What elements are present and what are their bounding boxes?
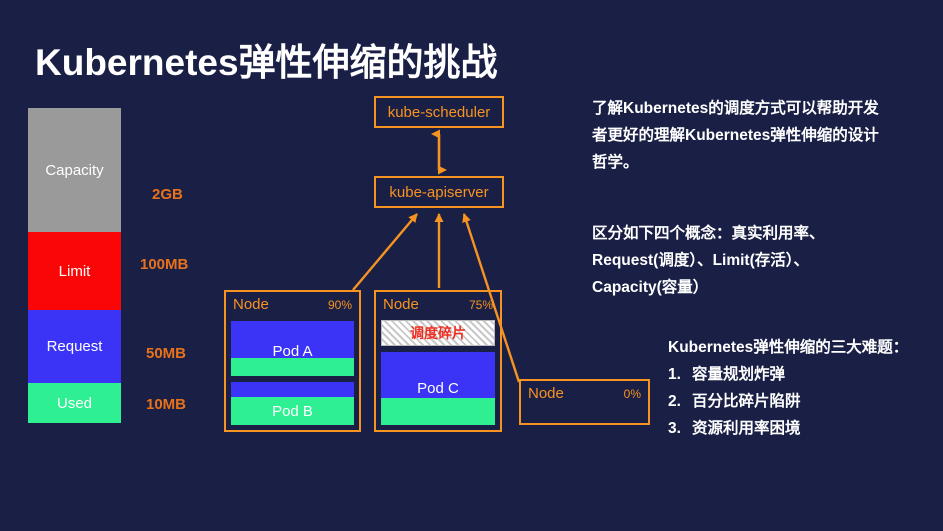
note-paragraph-2-line-2: Request(调度）、Limit(存活）、 — [592, 252, 810, 269]
kube-scheduler-label: kube-scheduler — [387, 103, 491, 121]
challenge-item-3: 3. 资源利用率困境 — [668, 415, 943, 442]
resource-segment-request-label: Request — [46, 338, 103, 355]
node-3-header: Node 0% — [528, 385, 641, 402]
pod-a[interactable]: Pod A — [231, 321, 354, 376]
node-1-utilization: 90% — [327, 298, 352, 312]
resource-value-used: 10MB — [146, 396, 187, 413]
resource-segment-capacity-label: Capacity — [45, 161, 104, 179]
note-paragraph-1: 了解Kubernetes的调度方式可以帮助开发 者更好的理解Kubernetes… — [592, 95, 937, 176]
resource-segment-used-label: Used — [56, 394, 93, 412]
challenge-item-1: 1. 容量规划炸弹 — [668, 361, 943, 388]
pod-a-request-band — [231, 321, 354, 358]
kube-apiserver-box[interactable]: kube-apiserver — [374, 176, 504, 208]
resource-segment-used: Used — [28, 383, 121, 423]
resource-value-capacity: 2GB — [152, 186, 183, 203]
node-box-3[interactable]: Node 0% — [519, 379, 650, 425]
challenge-item-2: 2. 百分比碎片陷阱 — [668, 388, 943, 415]
pod-c-used-band — [381, 398, 495, 425]
note-paragraph-1-line-3: 哲学。 — [592, 154, 639, 171]
challenge-item-2-text: 百分比碎片陷阱 — [692, 393, 801, 410]
pod-b-request-band — [231, 382, 354, 397]
node-1-header: Node 90% — [233, 296, 352, 313]
resource-segment-limit: Limit — [28, 232, 121, 310]
kube-scheduler-box[interactable]: kube-scheduler — [374, 96, 504, 128]
pod-b[interactable]: Pod B — [231, 382, 354, 425]
node-1-name: Node — [233, 296, 269, 313]
node-2-utilization: 75% — [468, 298, 493, 312]
node-3-utilization: 0% — [623, 387, 641, 401]
challenge-item-1-text: 容量规划炸弹 — [692, 366, 786, 383]
page-title: Kubernetes弹性伸缩的挑战 — [35, 42, 498, 83]
pod-b-used-band — [231, 397, 354, 425]
node-2-header: Node 75% — [383, 296, 493, 313]
node-2-name: Node — [383, 296, 419, 313]
pod-c-request-band — [381, 352, 495, 398]
challenge-item-3-text: 资源利用率困境 — [692, 420, 801, 437]
pod-a-used-band — [231, 358, 354, 376]
resource-segment-request: Request — [28, 310, 121, 383]
challenge-item-3-number: 3. — [668, 420, 681, 437]
kube-apiserver-label: kube-apiserver — [389, 183, 489, 201]
note-paragraph-3: Kubernetes弹性伸缩的三大难题： 1. 容量规划炸弹 2. 百分比碎片陷阱 … — [668, 334, 943, 442]
arrow-node1-apiserver — [352, 213, 418, 291]
note-paragraph-2: 区分如下四个概念：真实利用率、 Request(调度）、Limit(存活）、 C… — [592, 220, 937, 301]
challenge-item-1-number: 1. — [668, 366, 681, 383]
pod-c[interactable]: Pod C — [381, 352, 495, 425]
note-paragraph-1-line-2: 者更好的理解Kubernetes弹性伸缩的设计 — [592, 127, 879, 144]
node-3-name: Node — [528, 385, 564, 402]
note-paragraph-2-line-3: Capacity(容量） — [592, 279, 709, 296]
resource-stack-bar: Capacity Limit Request Used — [28, 108, 121, 423]
note-paragraph-1-line-1: 了解Kubernetes的调度方式可以帮助开发 — [592, 100, 879, 117]
challenge-item-2-number: 2. — [668, 393, 681, 410]
resource-value-limit: 100MB — [140, 256, 189, 273]
resource-segment-limit-label: Limit — [58, 262, 91, 280]
resource-segment-capacity: Capacity — [28, 108, 121, 232]
slide-canvas: Kubernetes弹性伸缩的挑战 Capacity Limit Request… — [0, 0, 943, 531]
scheduling-fragment-block: 调度碎片 — [381, 320, 495, 346]
note-paragraph-2-line-1: 区分如下四个概念：真实利用率、 — [592, 225, 825, 242]
scheduling-fragment-label: 调度碎片 — [410, 325, 466, 341]
challenges-title: Kubernetes弹性伸缩的三大难题： — [668, 339, 909, 356]
resource-value-request: 50MB — [146, 345, 187, 362]
